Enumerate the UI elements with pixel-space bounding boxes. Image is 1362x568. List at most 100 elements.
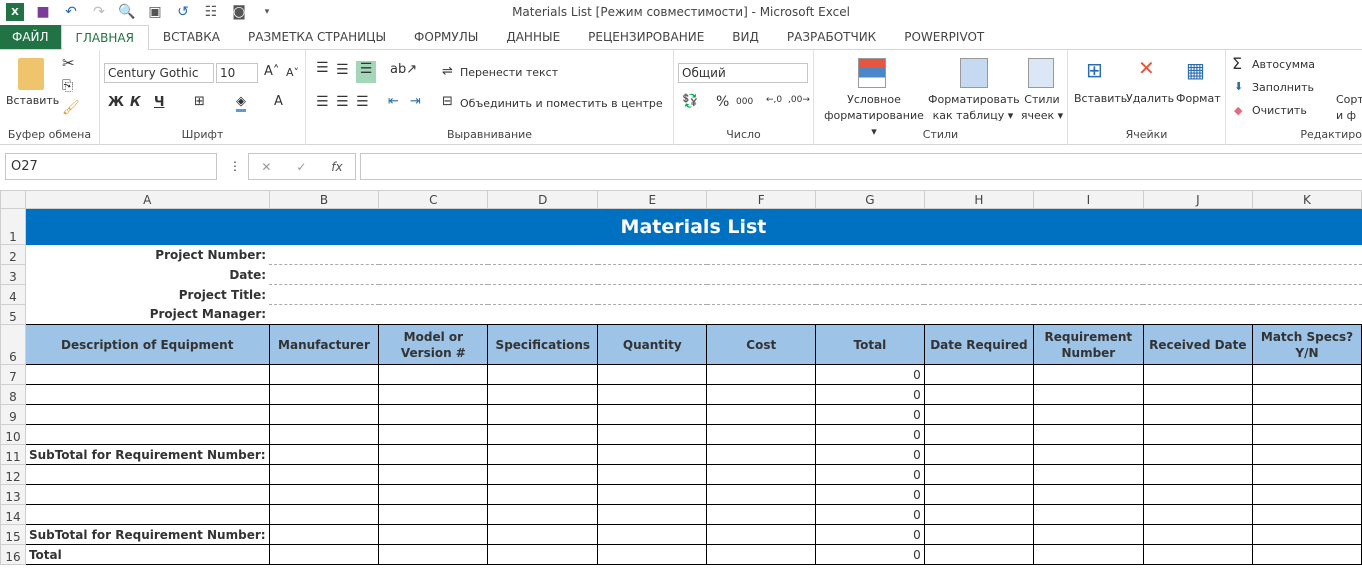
column-header-I[interactable]: I xyxy=(1033,190,1144,209)
row-header[interactable]: 11 xyxy=(0,444,26,465)
total-cell[interactable]: 0 xyxy=(815,484,925,505)
column-header-H[interactable]: H xyxy=(923,190,1035,209)
cell[interactable] xyxy=(1142,424,1253,445)
info-value-field[interactable] xyxy=(269,244,1362,265)
cell[interactable] xyxy=(487,484,599,505)
cell[interactable] xyxy=(597,484,708,505)
cell[interactable] xyxy=(597,504,708,525)
info-value-field[interactable] xyxy=(269,264,1362,285)
cell[interactable] xyxy=(597,524,708,545)
cell[interactable] xyxy=(268,524,380,545)
description-cell[interactable] xyxy=(24,424,270,445)
sort-filter-button[interactable]: Сорт и ф xyxy=(1336,92,1362,124)
row-header[interactable]: 15 xyxy=(0,524,26,545)
cell[interactable] xyxy=(268,544,380,565)
italic-button[interactable]: К xyxy=(130,95,141,110)
cell[interactable] xyxy=(923,364,1035,385)
info-label[interactable]: Project Number: xyxy=(25,245,269,265)
column-heading[interactable]: Quantity xyxy=(597,324,708,365)
cell[interactable] xyxy=(1251,544,1362,565)
description-cell[interactable] xyxy=(24,484,270,505)
sheet-title[interactable]: Materials List xyxy=(24,208,1362,245)
cell[interactable] xyxy=(378,384,489,405)
cell[interactable] xyxy=(923,384,1035,405)
cell[interactable] xyxy=(1251,384,1362,405)
cell[interactable] xyxy=(1033,404,1144,425)
column-header-D[interactable]: D xyxy=(487,190,599,209)
cell[interactable] xyxy=(923,424,1035,445)
format-cells-button[interactable]: Формат xyxy=(1176,92,1221,105)
grow-font-icon[interactable]: A˄ xyxy=(264,64,279,79)
tab-2[interactable]: ВСТАВКА xyxy=(149,25,234,49)
cell[interactable] xyxy=(706,444,817,465)
cell[interactable] xyxy=(487,524,599,545)
cell[interactable] xyxy=(1142,444,1253,465)
cell[interactable] xyxy=(487,464,599,485)
cell[interactable] xyxy=(1251,424,1362,445)
description-cell[interactable] xyxy=(24,384,270,405)
shrink-font-icon[interactable]: A˅ xyxy=(286,66,299,79)
description-cell[interactable]: SubTotal for Requirement Number: xyxy=(24,444,270,465)
increase-indent-icon[interactable]: ⇥ xyxy=(410,94,421,109)
info-value-field[interactable] xyxy=(269,284,1362,305)
cell[interactable] xyxy=(923,444,1035,465)
row-header[interactable]: 10 xyxy=(0,424,26,445)
font-name-combo[interactable]: Century Gothic xyxy=(104,63,214,83)
tab-9[interactable]: POWERPIVOT xyxy=(890,25,998,49)
cell[interactable] xyxy=(1142,384,1253,405)
cell-styles-button[interactable]: Стили ячеек ▾ xyxy=(1018,92,1066,124)
copy-icon[interactable]: ⎘ xyxy=(62,78,73,94)
fill-button[interactable]: Заполнить xyxy=(1252,81,1314,94)
row-header[interactable]: 16 xyxy=(0,544,26,565)
cell[interactable] xyxy=(268,444,380,465)
column-heading[interactable]: Specifications xyxy=(487,324,599,365)
cell[interactable] xyxy=(1033,524,1144,545)
cancel-icon[interactable]: ✕ xyxy=(261,160,271,174)
description-cell[interactable]: SubTotal for Requirement Number: xyxy=(24,524,270,545)
increase-decimal-icon[interactable]: ←,0 xyxy=(766,95,782,105)
cell[interactable] xyxy=(268,484,380,505)
cell[interactable] xyxy=(597,544,708,565)
row-header[interactable]: 6 xyxy=(0,324,26,365)
total-cell[interactable]: 0 xyxy=(815,424,925,445)
cell[interactable] xyxy=(597,404,708,425)
row-header[interactable]: 3 xyxy=(0,264,26,285)
formula-input[interactable] xyxy=(360,153,1362,180)
row-header[interactable]: 8 xyxy=(0,384,26,405)
cell[interactable] xyxy=(378,504,489,525)
format-painter-icon[interactable]: 🖌 xyxy=(62,100,80,116)
cell[interactable] xyxy=(268,464,380,485)
decrease-decimal-icon[interactable]: ,00→ xyxy=(788,95,810,105)
cell[interactable] xyxy=(1251,484,1362,505)
cell[interactable] xyxy=(1033,384,1144,405)
cell[interactable] xyxy=(378,364,489,385)
insert-function-button[interactable]: fx xyxy=(331,160,342,174)
total-cell[interactable]: 0 xyxy=(815,444,925,465)
column-heading[interactable]: Received Date xyxy=(1142,324,1253,365)
cell[interactable] xyxy=(378,444,489,465)
cell[interactable] xyxy=(1251,464,1362,485)
cell[interactable] xyxy=(706,484,817,505)
cell[interactable] xyxy=(268,504,380,525)
tab-6[interactable]: РЕЦЕНЗИРОВАНИЕ xyxy=(574,25,718,49)
cell[interactable] xyxy=(487,404,599,425)
percent-button[interactable]: % xyxy=(716,94,729,110)
cell[interactable] xyxy=(1033,424,1144,445)
cell[interactable] xyxy=(1033,504,1144,525)
column-heading[interactable]: Cost xyxy=(706,324,817,365)
row-header[interactable]: 9 xyxy=(0,404,26,425)
cell[interactable] xyxy=(923,504,1035,525)
select-all-corner[interactable] xyxy=(0,190,26,209)
info-value-field[interactable] xyxy=(269,304,1362,325)
align-center-icon[interactable]: ☰ xyxy=(336,94,349,110)
column-header-C[interactable]: C xyxy=(378,190,489,209)
wrap-text-button[interactable]: Перенести текст xyxy=(460,66,558,79)
cell[interactable] xyxy=(1142,464,1253,485)
cell[interactable] xyxy=(378,524,489,545)
column-header-F[interactable]: F xyxy=(706,190,817,209)
column-heading[interactable]: Total xyxy=(815,324,925,365)
font-size-combo[interactable]: 10 xyxy=(216,63,258,83)
cell[interactable] xyxy=(923,404,1035,425)
cell[interactable] xyxy=(378,424,489,445)
cell[interactable] xyxy=(1033,544,1144,565)
